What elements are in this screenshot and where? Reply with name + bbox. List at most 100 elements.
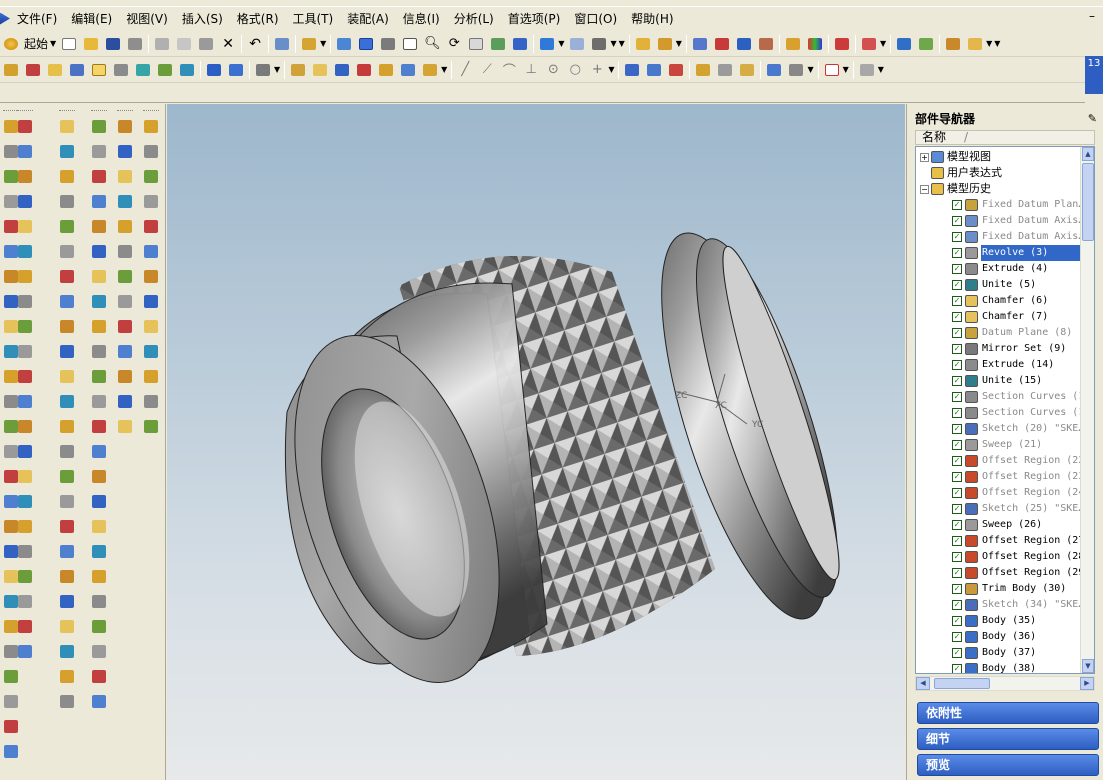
tree-feature-row[interactable]: ✓ Sweep (21) bbox=[952, 437, 1043, 453]
tree-feature-row[interactable]: ✓ Sketch (25) "SKE… bbox=[952, 501, 1085, 517]
chevron-down-icon[interactable]: ▼ bbox=[880, 39, 886, 48]
preview-panel-button[interactable]: 预览 bbox=[917, 754, 1099, 776]
tool-button[interactable] bbox=[57, 291, 77, 311]
tool-button[interactable] bbox=[89, 541, 109, 561]
menu-window[interactable]: 窗口(O) bbox=[567, 9, 624, 29]
tool-button[interactable] bbox=[89, 516, 109, 536]
zoom-window-button[interactable] bbox=[379, 35, 397, 53]
tool-button[interactable] bbox=[57, 666, 77, 686]
zoom-icon[interactable]: 🔍︎ bbox=[423, 35, 441, 53]
curve-tool-button[interactable] bbox=[24, 61, 42, 79]
tool-button[interactable] bbox=[15, 291, 35, 311]
shaded-view-button[interactable] bbox=[538, 35, 556, 53]
tool-button[interactable] bbox=[141, 266, 161, 286]
feature-checkbox[interactable]: ✓ bbox=[952, 632, 962, 642]
chevron-down-icon[interactable]: ▼ bbox=[676, 39, 682, 48]
feature-checkbox[interactable]: ✓ bbox=[952, 216, 962, 226]
tool-button[interactable] bbox=[89, 441, 109, 461]
measure-distance-button[interactable] bbox=[634, 35, 652, 53]
tool-button[interactable] bbox=[15, 616, 35, 636]
trim-tool-button[interactable] bbox=[421, 61, 439, 79]
tool-button[interactable] bbox=[141, 416, 161, 436]
display-mode-button[interactable] bbox=[590, 35, 608, 53]
tree-feature-row[interactable]: ✓ Offset Region (29… bbox=[952, 565, 1091, 581]
thread-button[interactable] bbox=[377, 61, 395, 79]
tool-button[interactable] bbox=[141, 241, 161, 261]
scroll-thumb[interactable] bbox=[934, 678, 990, 689]
feature-checkbox[interactable]: ✓ bbox=[952, 504, 962, 514]
tool-button[interactable] bbox=[15, 641, 35, 661]
layer-button[interactable] bbox=[944, 35, 962, 53]
point-tool-button[interactable] bbox=[46, 61, 64, 79]
tool-button[interactable] bbox=[89, 341, 109, 361]
tool-button[interactable] bbox=[89, 666, 109, 686]
point-cross-button[interactable]: ⊥ bbox=[522, 61, 540, 79]
chevron-down-icon[interactable]: ▼ bbox=[441, 65, 447, 74]
tool-button[interactable] bbox=[141, 366, 161, 386]
shell-button[interactable] bbox=[333, 61, 351, 79]
tool-button[interactable] bbox=[57, 641, 77, 661]
measure-body-button[interactable] bbox=[765, 61, 783, 79]
pocket-button[interactable] bbox=[254, 61, 272, 79]
menu-preferences[interactable]: 首选项(P) bbox=[501, 9, 568, 29]
tool-button[interactable] bbox=[57, 491, 77, 511]
tool-button[interactable] bbox=[89, 116, 109, 136]
insert-snap-button[interactable] bbox=[823, 61, 841, 79]
tool-button[interactable] bbox=[15, 191, 35, 211]
tool-button[interactable] bbox=[1, 716, 21, 736]
tool-button[interactable] bbox=[15, 366, 35, 386]
tree-feature-row[interactable]: ✓ Body (35) bbox=[952, 613, 1037, 629]
vertical-scrollbar[interactable]: ▲ ▼ bbox=[1080, 147, 1094, 673]
tool-button[interactable] bbox=[15, 416, 35, 436]
chevron-down-icon[interactable]: ▼ bbox=[843, 65, 849, 74]
tool-button[interactable] bbox=[57, 341, 77, 361]
taper-button[interactable] bbox=[355, 61, 373, 79]
feature-checkbox[interactable]: ✓ bbox=[952, 296, 962, 306]
tool-button[interactable] bbox=[15, 441, 35, 461]
tree-feature-row[interactable]: ✓ Extrude (4) bbox=[952, 261, 1049, 277]
scroll-thumb[interactable] bbox=[1082, 163, 1094, 241]
offset-face-button[interactable] bbox=[716, 61, 734, 79]
measure-face-button[interactable] bbox=[787, 61, 805, 79]
paste-button[interactable] bbox=[197, 35, 215, 53]
feature-checkbox[interactable]: ✓ bbox=[952, 264, 962, 274]
open-button[interactable] bbox=[82, 35, 100, 53]
part-model[interactable]: ZC XC YC bbox=[167, 104, 905, 780]
surface-analysis-button[interactable] bbox=[860, 35, 878, 53]
chevron-down-icon[interactable]: ▼ bbox=[619, 39, 625, 48]
tool-button[interactable] bbox=[15, 591, 35, 611]
tool-button[interactable] bbox=[115, 116, 135, 136]
tool-button[interactable] bbox=[141, 391, 161, 411]
surface-button[interactable] bbox=[623, 61, 641, 79]
hole-button[interactable] bbox=[205, 61, 223, 79]
feature-checkbox[interactable]: ✓ bbox=[952, 312, 962, 322]
tree-feature-row[interactable]: ✓ Sketch (20) "SKE… bbox=[952, 421, 1085, 437]
tool-button[interactable] bbox=[115, 241, 135, 261]
feature-checkbox[interactable]: ✓ bbox=[952, 280, 962, 290]
feature-checkbox[interactable]: ✓ bbox=[952, 520, 962, 530]
arc-button[interactable]: ⌒ bbox=[500, 61, 518, 79]
toolbar-grip[interactable] bbox=[143, 110, 159, 113]
feature-checkbox[interactable]: ✓ bbox=[952, 664, 962, 673]
tool-button[interactable] bbox=[115, 291, 135, 311]
tree-feature-row[interactable]: ✓ Unite (15) bbox=[952, 373, 1043, 389]
menu-file[interactable]: 文件(F) bbox=[10, 9, 64, 29]
tool-button[interactable] bbox=[141, 341, 161, 361]
toolbar-grip[interactable] bbox=[91, 110, 107, 113]
menu-format[interactable]: 格式(R) bbox=[230, 9, 286, 29]
feature-checkbox[interactable]: ✓ bbox=[952, 584, 962, 594]
tool-button[interactable] bbox=[89, 491, 109, 511]
tool-button[interactable] bbox=[57, 516, 77, 536]
tool-button[interactable] bbox=[57, 466, 77, 486]
tree-feature-row[interactable]: ✓ Chamfer (6) bbox=[952, 293, 1049, 309]
tree-feature-row[interactable]: ✓ Offset Region (28… bbox=[952, 549, 1091, 565]
tool-button[interactable] bbox=[15, 516, 35, 536]
tool-button[interactable] bbox=[141, 291, 161, 311]
tree-feature-row[interactable]: ✓ Fixed Datum Axis… bbox=[952, 213, 1085, 229]
rotate-button[interactable]: ⟳ bbox=[445, 35, 463, 53]
tool-button[interactable] bbox=[115, 141, 135, 161]
toolbar-grip[interactable] bbox=[59, 110, 75, 113]
tool-button[interactable] bbox=[15, 466, 35, 486]
dependencies-panel-button[interactable]: 依附性 bbox=[917, 702, 1099, 724]
pattern-button[interactable] bbox=[399, 61, 417, 79]
